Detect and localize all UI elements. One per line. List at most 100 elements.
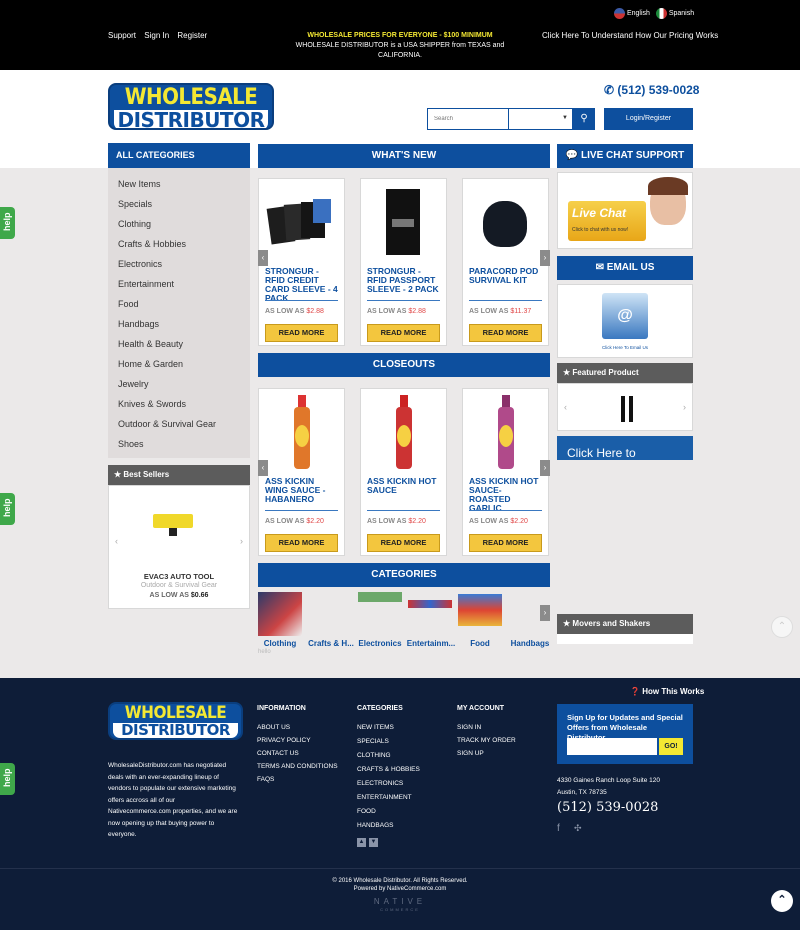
- prev-arrow-icon[interactable]: ‹: [258, 250, 268, 266]
- scroll-top-icon[interactable]: ⌃: [771, 890, 793, 912]
- twitter-icon[interactable]: ✣: [574, 823, 582, 834]
- prev-arrow-icon[interactable]: ‹: [564, 402, 567, 412]
- footer-link-terms[interactable]: TERMS AND CONDITIONS: [257, 763, 338, 770]
- category-food[interactable]: Food: [108, 294, 250, 314]
- register-link[interactable]: Register: [177, 31, 207, 40]
- category-thumb-electronics[interactable]: [358, 592, 402, 602]
- product-card[interactable]: STRONGUR - RFID PASSPORT SLEEVE - 2 PACK…: [360, 178, 447, 346]
- category-thumb-clothing[interactable]: [258, 592, 302, 636]
- product-name[interactable]: PARACORD POD SURVIVAL KIT: [469, 267, 542, 285]
- next-arrow-icon[interactable]: ›: [240, 536, 243, 546]
- category-clothing[interactable]: Clothing: [108, 214, 250, 234]
- category-home-garden[interactable]: Home & Garden: [108, 354, 250, 374]
- footer-cat-link[interactable]: FOOD: [357, 808, 376, 815]
- read-more-button[interactable]: READ MORE: [469, 534, 542, 552]
- footer-cat-link[interactable]: CRAFTS & HOBBIES: [357, 766, 420, 773]
- footer-link-about[interactable]: ABOUT US: [257, 724, 290, 731]
- category-jewelry[interactable]: Jewelry: [108, 374, 250, 394]
- help-tab[interactable]: help: [0, 493, 15, 525]
- category-electronics[interactable]: Electronics: [108, 254, 250, 274]
- category-label[interactable]: Handbags: [508, 639, 552, 648]
- product-name[interactable]: STRONGUR - RFID PASSPORT SLEEVE - 2 PACK: [367, 267, 440, 294]
- scroll-top-icon[interactable]: ⌃: [771, 616, 793, 638]
- read-more-button[interactable]: READ MORE: [265, 324, 338, 342]
- live-chat-banner[interactable]: Live Chat Click to chat with us now!: [557, 172, 693, 249]
- category-label[interactable]: Entertainm...: [406, 639, 456, 648]
- search-button[interactable]: ⚲: [573, 108, 595, 130]
- prev-arrow-icon[interactable]: ‹: [258, 460, 268, 476]
- product-name[interactable]: ASS KICKIN HOT SAUCE- ROASTED GARLIC: [469, 477, 542, 513]
- login-register-button[interactable]: Login/Register: [604, 108, 693, 130]
- next-arrow-icon[interactable]: ›: [540, 605, 550, 621]
- site-logo[interactable]: WHOLESALE DISTRIBUTOR: [108, 83, 274, 130]
- next-arrow-icon[interactable]: ›: [683, 402, 686, 412]
- footer-cat-link[interactable]: SPECIALS: [357, 738, 389, 745]
- category-knives[interactable]: Knives & Swords: [108, 394, 250, 414]
- prev-arrow-icon[interactable]: ‹: [115, 536, 118, 546]
- category-handbags[interactable]: Handbags: [108, 314, 250, 334]
- category-thumb-entertainment[interactable]: [408, 600, 452, 608]
- category-label[interactable]: Clothing: [258, 639, 302, 648]
- best-seller-name[interactable]: EVAC3 AUTO TOOL: [109, 572, 249, 581]
- category-specials[interactable]: Specials: [108, 194, 250, 214]
- read-more-button[interactable]: READ MORE: [367, 534, 440, 552]
- product-name[interactable]: ASS KICKIN HOT SAUCE: [367, 477, 440, 495]
- category-crafts[interactable]: Crafts & Hobbies: [108, 234, 250, 254]
- category-outdoor[interactable]: Outdoor & Survival Gear: [108, 414, 250, 434]
- footer-link-track-order[interactable]: TRACK MY ORDER: [457, 737, 516, 744]
- powered-by[interactable]: Powered by NativeCommerce.com: [0, 886, 800, 892]
- click-here-banner[interactable]: Click Here to: [557, 436, 693, 460]
- sign-in-link[interactable]: Sign In: [144, 31, 169, 40]
- footer-link-sign-in[interactable]: SIGN IN: [457, 724, 481, 731]
- category-label[interactable]: Food: [458, 639, 502, 648]
- footer-logo[interactable]: WHOLESALE DISTRIBUTOR: [108, 702, 243, 740]
- product-card[interactable]: ASS KICKIN HOT SAUCE AS LOW AS $2.20 REA…: [360, 388, 447, 556]
- category-shoes[interactable]: Shoes: [108, 434, 250, 454]
- product-name[interactable]: STRONGUR - RFID CREDIT CARD SLEEVE - 4 P…: [265, 267, 338, 303]
- footer-cat-link[interactable]: NEW ITEMS: [357, 724, 394, 731]
- category-label[interactable]: Crafts & H...: [308, 639, 354, 648]
- search-category-select[interactable]: ▼: [509, 108, 573, 130]
- footer-link-privacy[interactable]: PRIVACY POLICY: [257, 737, 311, 744]
- email-us-banner[interactable]: @ Click Here To Email Us: [557, 284, 693, 358]
- us-flag-icon[interactable]: [614, 8, 625, 19]
- help-tab[interactable]: help: [0, 207, 15, 239]
- product-card[interactable]: ASS KICKIN HOT SAUCE- ROASTED GARLIC AS …: [462, 388, 549, 556]
- read-more-button[interactable]: READ MORE: [469, 324, 542, 342]
- product-card[interactable]: PARACORD POD SURVIVAL KIT AS LOW AS $11.…: [462, 178, 549, 346]
- newsletter-email-input[interactable]: [567, 738, 657, 755]
- chevron-up-icon[interactable]: ▲: [357, 838, 366, 847]
- help-tab[interactable]: help: [0, 763, 15, 795]
- footer-link-sign-up[interactable]: SIGN UP: [457, 750, 484, 757]
- newsletter-go-button[interactable]: GO!: [659, 738, 683, 755]
- footer-cat-link[interactable]: HANDBAGS: [357, 822, 393, 829]
- search-input[interactable]: [427, 108, 509, 130]
- footer-link-faqs[interactable]: FAQS: [257, 776, 274, 783]
- spanish-link[interactable]: Spanish: [669, 10, 694, 17]
- footer-link-contact[interactable]: CONTACT US: [257, 750, 299, 757]
- product-card[interactable]: STRONGUR - RFID CREDIT CARD SLEEVE - 4 P…: [258, 178, 345, 346]
- product-card[interactable]: ASS KICKIN WING SAUCE - HABANERO AS LOW …: [258, 388, 345, 556]
- category-label[interactable]: Electronics: [358, 639, 402, 648]
- category-thumb-food[interactable]: [458, 594, 502, 626]
- product-name[interactable]: ASS KICKIN WING SAUCE - HABANERO: [265, 477, 338, 504]
- support-link[interactable]: Support: [108, 31, 136, 40]
- read-more-button[interactable]: READ MORE: [265, 534, 338, 552]
- next-arrow-icon[interactable]: ›: [540, 250, 550, 266]
- footer-cat-link[interactable]: CLOTHING: [357, 752, 391, 759]
- mexico-flag-icon[interactable]: [655, 8, 667, 19]
- read-more-button[interactable]: READ MORE: [367, 324, 440, 342]
- best-seller-card[interactable]: ‹ › EVAC3 AUTO TOOL Outdoor & Survival G…: [108, 485, 250, 609]
- english-link[interactable]: English: [627, 10, 650, 17]
- facebook-icon[interactable]: f: [557, 823, 560, 834]
- next-arrow-icon[interactable]: ›: [540, 460, 550, 476]
- footer-cat-link[interactable]: ENTERTAINMENT: [357, 794, 412, 801]
- category-entertainment[interactable]: Entertainment: [108, 274, 250, 294]
- how-this-works-link[interactable]: ❓ How This Works: [630, 687, 704, 696]
- featured-product-card[interactable]: ‹ ›: [557, 383, 693, 431]
- footer-cat-link[interactable]: ELECTRONICS: [357, 780, 403, 787]
- category-health-beauty[interactable]: Health & Beauty: [108, 334, 250, 354]
- pricing-link[interactable]: Click Here To Understand How Our Pricing…: [542, 31, 718, 40]
- chevron-down-icon[interactable]: ▼: [369, 838, 378, 847]
- category-new-items[interactable]: New Items: [108, 174, 250, 194]
